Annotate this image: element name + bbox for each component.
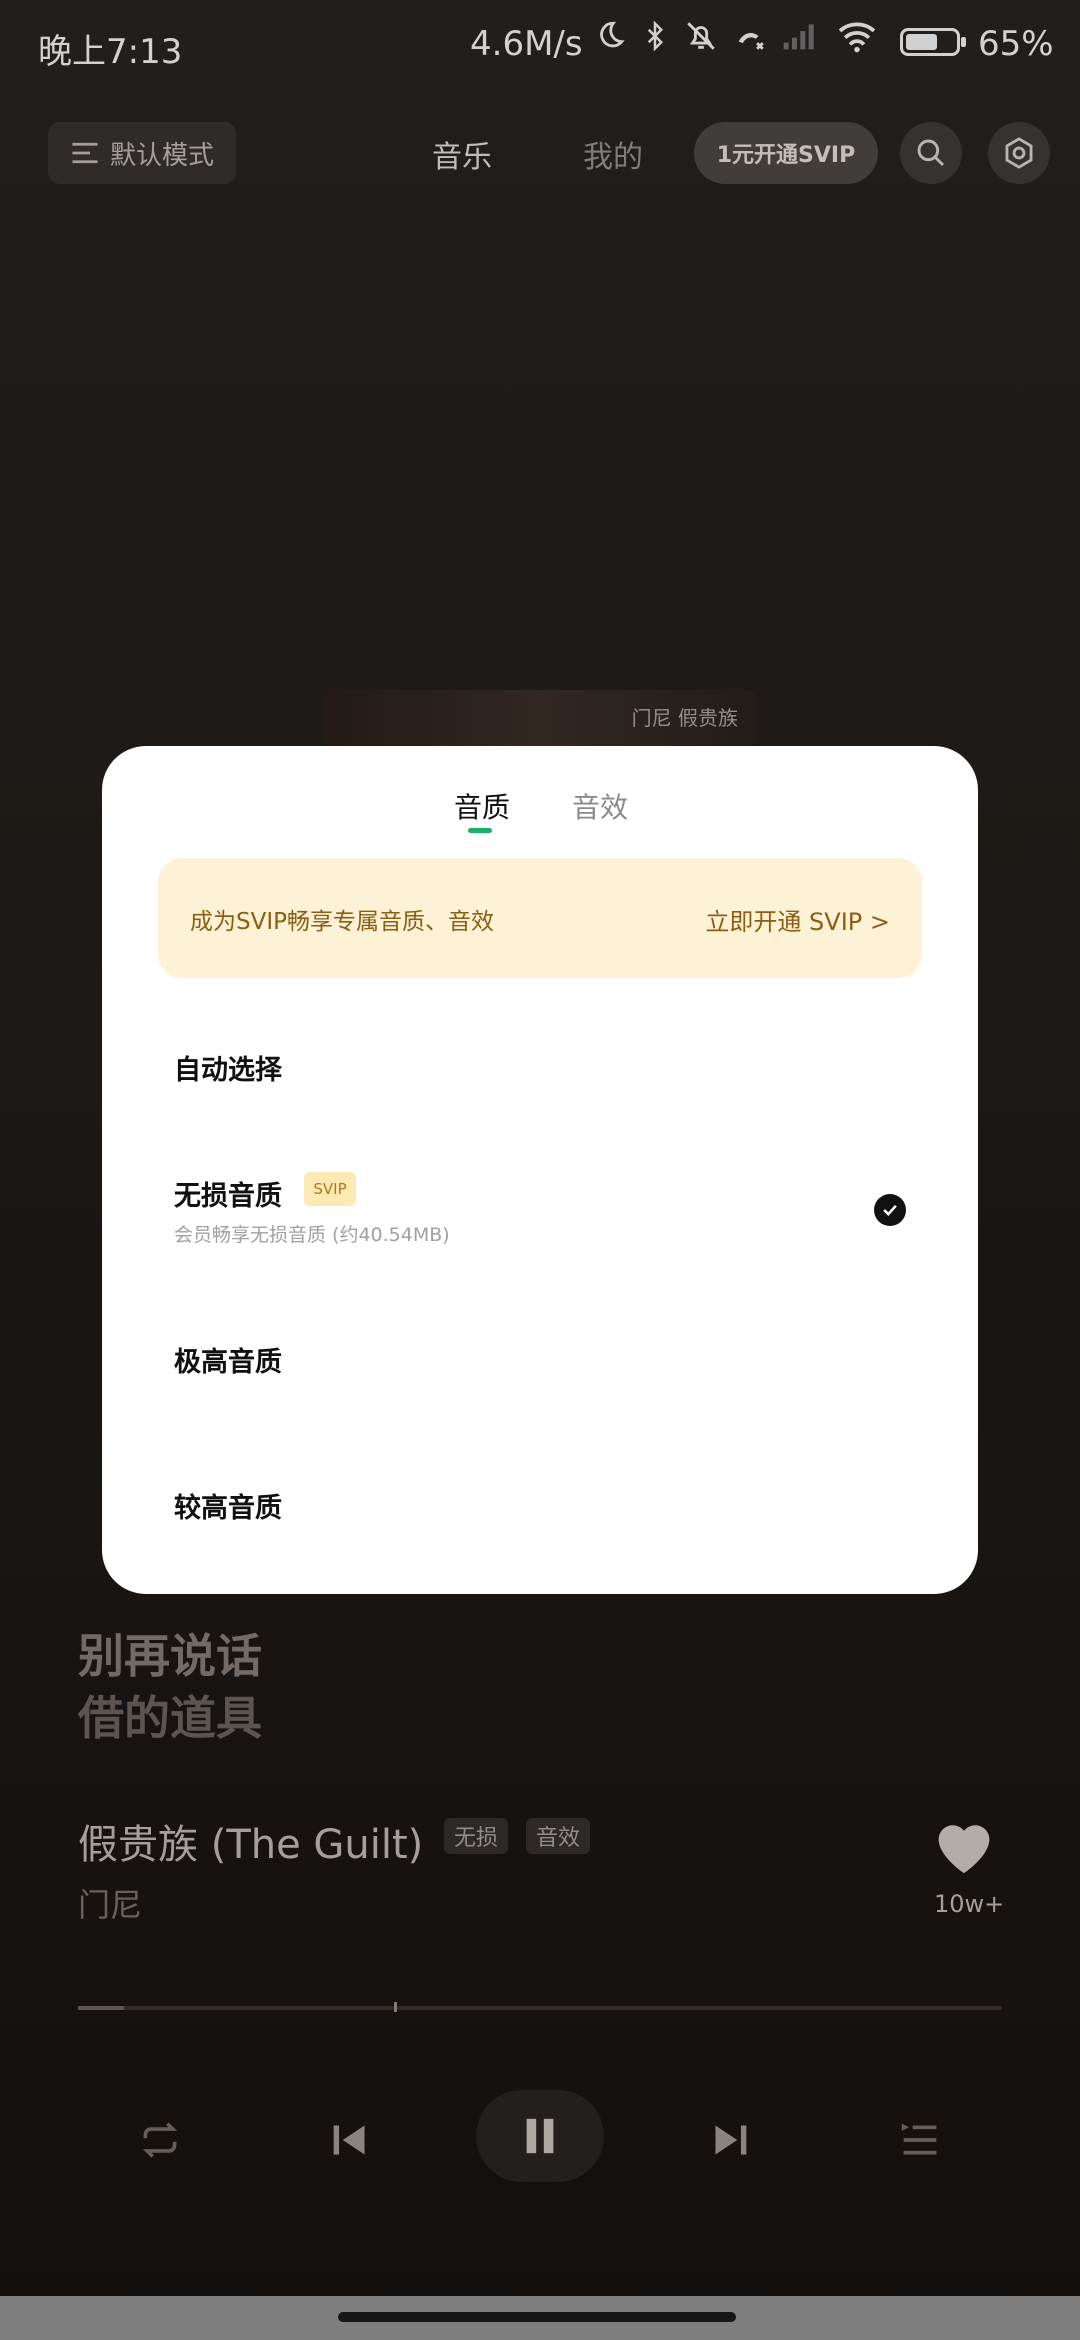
audio-quality-sheet: 音质 音效 成为SVIP畅享专属音质、音效 立即开通 SVIP > 自动选择 无… (102, 746, 978, 1594)
option-lossless-subtitle: 会员畅享无损音质 (约40.54MB) (174, 1224, 450, 1246)
option-very-high[interactable]: 极高音质 (174, 1340, 282, 1379)
tab-quality[interactable]: 音质 (454, 786, 510, 826)
option-lossless[interactable]: 无损音质 (174, 1174, 282, 1213)
promo-text: 成为SVIP畅享专属音质、音效 (190, 909, 494, 935)
svip-promo-banner[interactable]: 成为SVIP畅享专属音质、音效 立即开通 SVIP > (158, 858, 922, 978)
tab-indicator (468, 828, 492, 833)
svip-badge: SVIP (304, 1172, 356, 1206)
selected-check-icon (874, 1194, 906, 1226)
option-auto[interactable]: 自动选择 (174, 1048, 282, 1087)
promo-cta[interactable]: 立即开通 SVIP > (705, 902, 890, 937)
tab-effects[interactable]: 音效 (572, 786, 628, 826)
option-high[interactable]: 较高音质 (174, 1486, 282, 1525)
